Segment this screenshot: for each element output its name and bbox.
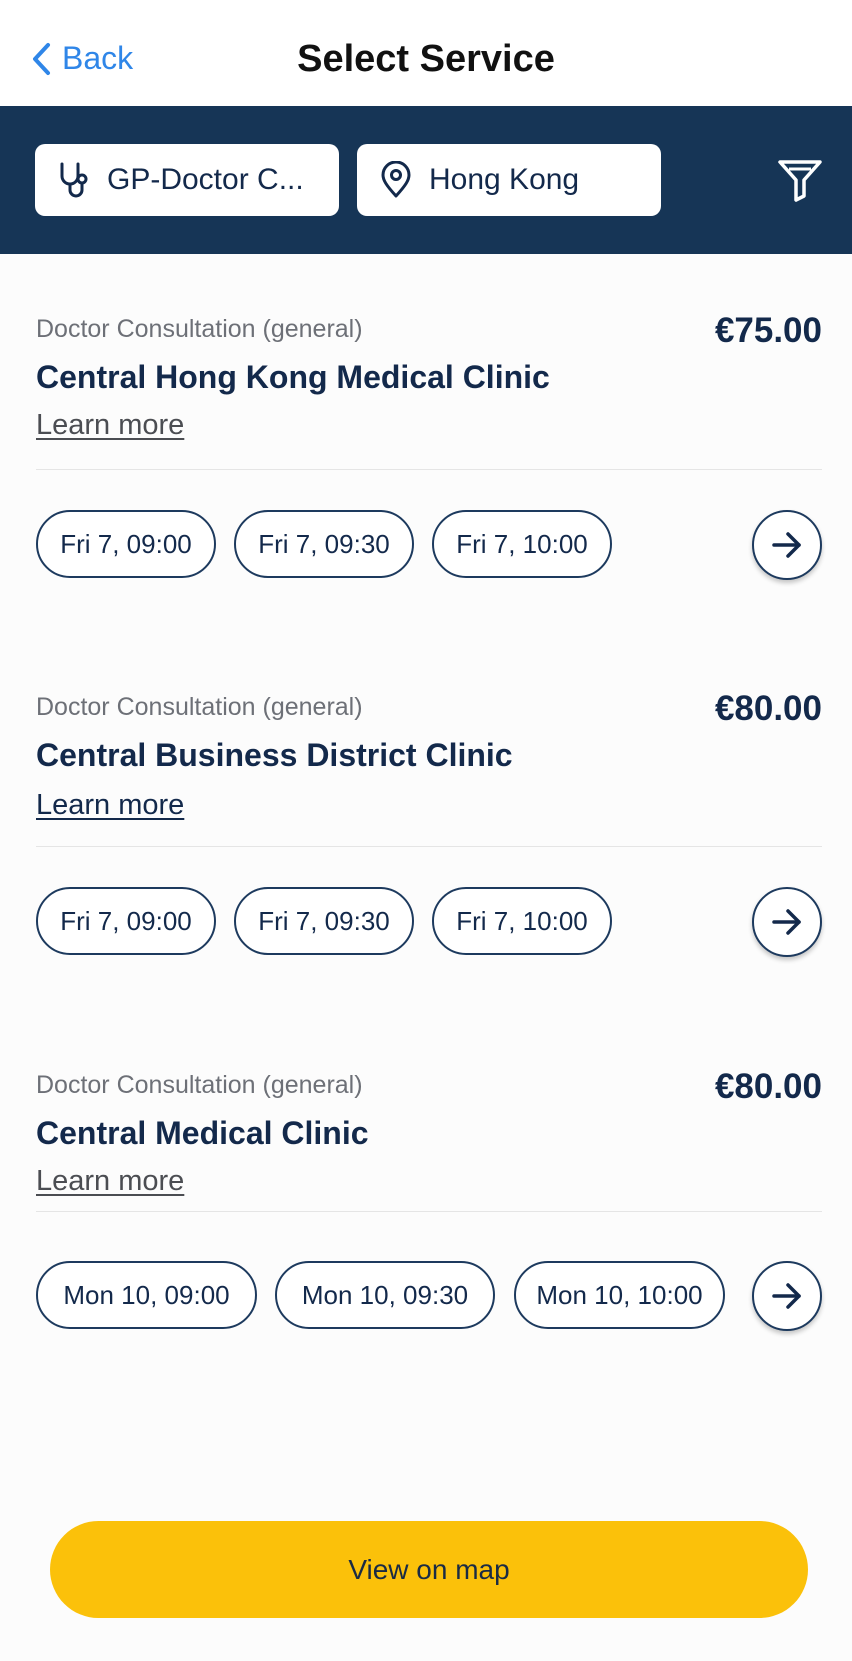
divider [36,846,822,847]
learn-more-link[interactable]: Learn more [36,409,184,442]
arrow-right-icon [772,1283,801,1309]
view-on-map-label: View on map [348,1553,510,1585]
more-slots-button[interactable] [752,510,822,580]
more-slots-button[interactable] [752,887,822,957]
filter-icon[interactable] [776,156,824,204]
learn-more-link[interactable]: Learn more [36,789,184,822]
clinic-name: Central Medical Clinic [36,1115,369,1151]
time-slot-button[interactable]: Fri 7, 09:30 [234,510,414,578]
service-price: €80.00 [714,1067,822,1106]
listing-card: Doctor Consultation (general) €80.00 Cen… [36,689,822,963]
location-filter-chip[interactable]: Hong Kong [357,144,661,216]
map-pin-icon [381,161,411,198]
learn-more-link[interactable]: Learn more [36,1165,184,1198]
service-category: Doctor Consultation (general) [36,693,363,721]
time-slot-button[interactable]: Mon 10, 10:00 [514,1261,725,1329]
listing-card: Doctor Consultation (general) €80.00 Cen… [36,1067,822,1341]
time-slot-button[interactable]: Mon 10, 09:00 [36,1261,257,1329]
clinic-name: Central Hong Kong Medical Clinic [36,359,550,395]
page-title: Select Service [297,38,555,80]
divider [36,1211,822,1212]
time-slot-button[interactable]: Fri 7, 09:30 [234,887,414,955]
time-slot-button[interactable]: Fri 7, 10:00 [432,887,612,955]
filter-bar: GP-Doctor C... Hong Kong [0,106,852,254]
time-slot-button[interactable]: Fri 7, 09:00 [36,887,216,955]
service-category: Doctor Consultation (general) [36,1071,363,1099]
time-slot-button[interactable]: Mon 10, 09:30 [275,1261,495,1329]
time-slot-button[interactable]: Fri 7, 10:00 [432,510,612,578]
location-filter-label: Hong Kong [429,163,580,196]
top-bar: Back Select Service [0,0,852,106]
stethoscope-icon [60,162,88,198]
service-price: €80.00 [714,689,822,728]
time-slot-button[interactable]: Fri 7, 09:00 [36,510,216,578]
service-filter-label: GP-Doctor C... [107,163,304,196]
view-on-map-button[interactable]: View on map [50,1521,808,1618]
arrow-right-icon [772,532,801,558]
arrow-right-icon [772,909,801,935]
more-slots-button[interactable] [752,1261,822,1331]
listing-card: Doctor Consultation (general) €75.00 Cen… [36,311,822,585]
service-price: €75.00 [714,311,822,350]
service-filter-chip[interactable]: GP-Doctor C... [35,144,339,216]
clinic-name: Central Business District Clinic [36,737,513,773]
divider [36,469,822,470]
service-category: Doctor Consultation (general) [36,315,363,343]
